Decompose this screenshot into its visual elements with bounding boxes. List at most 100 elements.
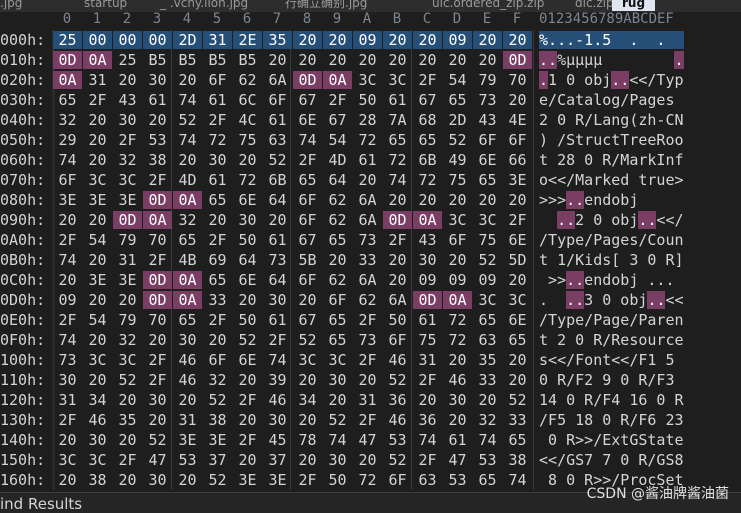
hex-byte[interactable]: 61 — [413, 311, 442, 329]
hex-byte[interactable]: 6B — [413, 151, 442, 169]
hex-byte[interactable]: 2F — [323, 91, 352, 109]
hex-byte[interactable]: 52 — [113, 371, 142, 389]
hex-byte[interactable]: 2F — [143, 171, 172, 189]
hex-byte[interactable]: 2F — [353, 411, 382, 429]
hex-byte[interactable]: 74 — [263, 351, 292, 369]
hex-byte[interactable]: 3E — [83, 191, 112, 209]
hex-byte[interactable]: 2F — [53, 411, 82, 429]
hex-byte[interactable]: 62 — [323, 191, 352, 209]
hex-byte[interactable]: 20 — [323, 391, 352, 409]
hex-byte[interactable]: 30 — [233, 211, 262, 229]
hex-byte[interactable]: 30 — [203, 151, 232, 169]
hex-byte[interactable]: 20 — [443, 51, 472, 69]
hex-byte[interactable]: 20 — [443, 251, 472, 269]
hex-byte[interactable]: 52 — [383, 371, 412, 389]
hex-byte[interactable]: 2F — [203, 111, 232, 129]
hex-byte[interactable]: 30 — [323, 451, 352, 469]
hex-byte[interactable]: 30 — [143, 471, 172, 489]
hex-byte[interactable]: 20 — [353, 51, 382, 69]
hex-byte[interactable]: 20 — [143, 111, 172, 129]
hex-byte[interactable]: 20 — [173, 151, 202, 169]
hex-byte[interactable]: 09 — [443, 31, 472, 49]
hex-byte[interactable]: 74 — [173, 131, 202, 149]
hex-byte[interactable]: 74 — [503, 471, 532, 489]
hex-byte[interactable]: 20 — [83, 251, 112, 269]
ascii-text[interactable]: >>>..endobj — [539, 190, 684, 210]
hex-byte[interactable]: 3C — [383, 71, 412, 89]
hex-byte[interactable]: 2F — [143, 371, 172, 389]
hex-byte[interactable]: 52 — [323, 411, 352, 429]
hex-byte[interactable]: 20 — [203, 211, 232, 229]
hex-byte[interactable]: 2F — [143, 351, 172, 369]
hex-byte[interactable]: 09 — [443, 271, 472, 289]
file-tab[interactable]: 行确立确别.jpg — [285, 0, 367, 11]
hex-byte[interactable]: 72 — [353, 131, 382, 149]
hex-byte[interactable]: 74 — [293, 131, 322, 149]
hex-byte[interactable]: 30 — [113, 111, 142, 129]
hex-byte[interactable]: 62 — [233, 71, 262, 89]
hex-byte[interactable]: 65 — [473, 171, 502, 189]
hex-byte[interactable]: 69 — [203, 251, 232, 269]
hex-byte[interactable]: 54 — [83, 231, 112, 249]
hex-byte[interactable]: 33 — [473, 371, 502, 389]
ascii-text[interactable]: 0 R/F2 9 0 R/F3 — [539, 370, 684, 390]
hex-byte[interactable]: 3C — [113, 171, 142, 189]
ascii-text[interactable]: t 28 0 R/MarkInf — [539, 150, 684, 170]
hex-byte[interactable]: 20 — [83, 371, 112, 389]
hex-byte[interactable]: 25 — [53, 31, 82, 49]
hex-byte[interactable]: 65 — [203, 271, 232, 289]
hex-byte[interactable]: 20 — [83, 211, 112, 229]
hex-byte[interactable]: B5 — [143, 51, 172, 69]
hex-byte[interactable]: 2F — [263, 331, 292, 349]
hex-byte[interactable]: 0A — [443, 291, 472, 309]
hex-byte[interactable]: 38 — [83, 471, 112, 489]
hex-byte[interactable]: 63 — [263, 131, 292, 149]
hex-byte[interactable]: 20 — [413, 31, 442, 49]
hex-byte[interactable]: 52 — [173, 111, 202, 129]
hex-byte[interactable]: 2F — [353, 311, 382, 329]
hex-byte[interactable]: 30 — [443, 391, 472, 409]
ascii-text[interactable]: . ..3 0 obj..<< — [539, 290, 684, 310]
hex-byte[interactable]: 3E — [113, 271, 142, 289]
hex-byte[interactable]: 65 — [473, 311, 502, 329]
hex-byte[interactable]: 54 — [443, 71, 472, 89]
hex-byte[interactable]: 32 — [473, 411, 502, 429]
hex-byte[interactable]: 20 — [473, 191, 502, 209]
hex-byte[interactable]: 3C — [353, 71, 382, 89]
hex-byte[interactable]: 73 — [353, 331, 382, 349]
hex-byte[interactable]: 47 — [353, 431, 382, 449]
hex-byte[interactable]: 62 — [323, 271, 352, 289]
ascii-text[interactable]: 14 0 R/F4 16 0 R — [539, 390, 684, 410]
hex-byte[interactable]: 46 — [173, 351, 202, 369]
hex-byte[interactable]: 3C — [293, 351, 322, 369]
hex-byte[interactable]: 00 — [83, 31, 112, 49]
hex-byte[interactable]: 65 — [323, 331, 352, 349]
hex-byte[interactable]: 30 — [263, 411, 292, 429]
hex-byte[interactable]: 6E — [503, 231, 532, 249]
hex-byte[interactable]: 0D — [293, 71, 322, 89]
hex-byte[interactable]: 20 — [293, 291, 322, 309]
hex-byte[interactable]: 2F — [293, 151, 322, 169]
hex-byte[interactable]: 70 — [143, 231, 172, 249]
hex-byte[interactable]: 65 — [323, 311, 352, 329]
hex-byte[interactable]: 74 — [473, 431, 502, 449]
hex-byte[interactable]: 3E — [173, 431, 202, 449]
hex-byte[interactable]: 6E — [473, 151, 502, 169]
hex-byte[interactable]: 2F — [143, 251, 172, 269]
hex-byte[interactable]: 20 — [503, 91, 532, 109]
hex-byte[interactable]: 65 — [473, 471, 502, 489]
hex-byte[interactable]: 20 — [143, 331, 172, 349]
hex-byte[interactable]: 43 — [413, 231, 442, 249]
hex-byte[interactable]: 67 — [293, 311, 322, 329]
hex-byte[interactable]: 2D — [173, 31, 202, 49]
hex-byte[interactable]: 65 — [323, 231, 352, 249]
hex-byte[interactable]: 72 — [443, 311, 472, 329]
hex-byte[interactable]: 73 — [353, 231, 382, 249]
hex-byte[interactable]: 6F — [203, 71, 232, 89]
hex-byte[interactable]: 61 — [263, 111, 292, 129]
hex-byte[interactable]: 30 — [413, 251, 442, 269]
ascii-text[interactable]: <</GS7 7 0 R/GS8 — [539, 450, 684, 470]
hex-byte[interactable]: 38 — [203, 411, 232, 429]
hex-byte[interactable]: 75 — [443, 171, 472, 189]
hex-byte[interactable]: 20 — [503, 31, 532, 49]
